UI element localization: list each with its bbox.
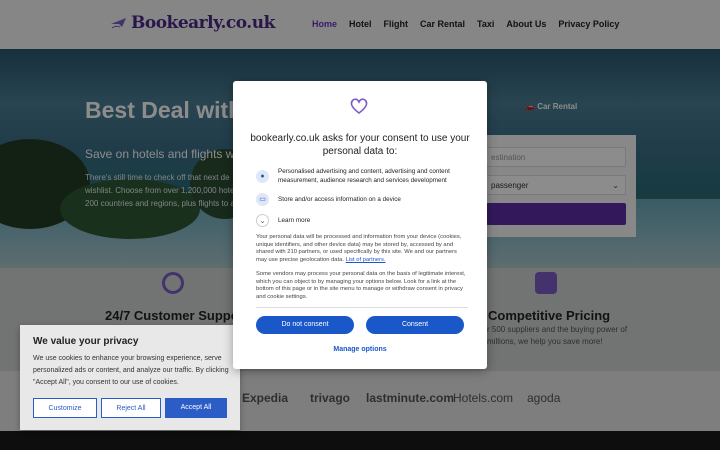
consent-button[interactable]: Consent <box>366 316 464 334</box>
cookie-banner-text: We use cookies to enhance your browsing … <box>33 355 229 386</box>
modal-logo <box>348 96 370 121</box>
manage-options-link[interactable]: Manage options <box>233 346 487 353</box>
chevron-down-icon: ⌄ <box>256 214 269 227</box>
purpose-label: Personalised advertising and content, ad… <box>278 168 450 184</box>
accept-all-button[interactable]: Accept All <box>165 398 227 418</box>
device-icon: ▭ <box>256 193 269 206</box>
learn-more-label: Learn more <box>278 217 311 224</box>
user-icon: ● <box>256 169 269 183</box>
heart-logo-icon <box>350 98 368 115</box>
consent-paragraph-2: Some vendors may process your personal d… <box>256 271 466 301</box>
cookie-banner: We value your privacy We use cookies to … <box>20 325 240 430</box>
customize-button[interactable]: Customize <box>33 398 97 418</box>
consent-title: bookearly.co.uk asks for your consent to… <box>250 133 470 157</box>
learn-more-toggle[interactable]: ⌄ Learn more <box>256 214 310 227</box>
list-of-partners-link[interactable]: List of partners. <box>346 257 386 263</box>
divider <box>256 307 468 308</box>
cookie-banner-title: We value your privacy <box>33 336 139 347</box>
do-not-consent-button[interactable]: Do not consent <box>256 316 354 334</box>
consent-dialog: bookearly.co.uk asks for your consent to… <box>233 81 487 369</box>
purpose-personalised-ads: ● Personalised advertising and content, … <box>256 167 463 185</box>
purpose-device-storage: ▭ Store and/or access information on a d… <box>256 193 401 206</box>
reject-all-button[interactable]: Reject All <box>101 398 161 418</box>
consent-paragraph-1: Your personal data will be processed and… <box>256 234 468 265</box>
purpose-label: Store and/or access information on a dev… <box>278 196 401 203</box>
